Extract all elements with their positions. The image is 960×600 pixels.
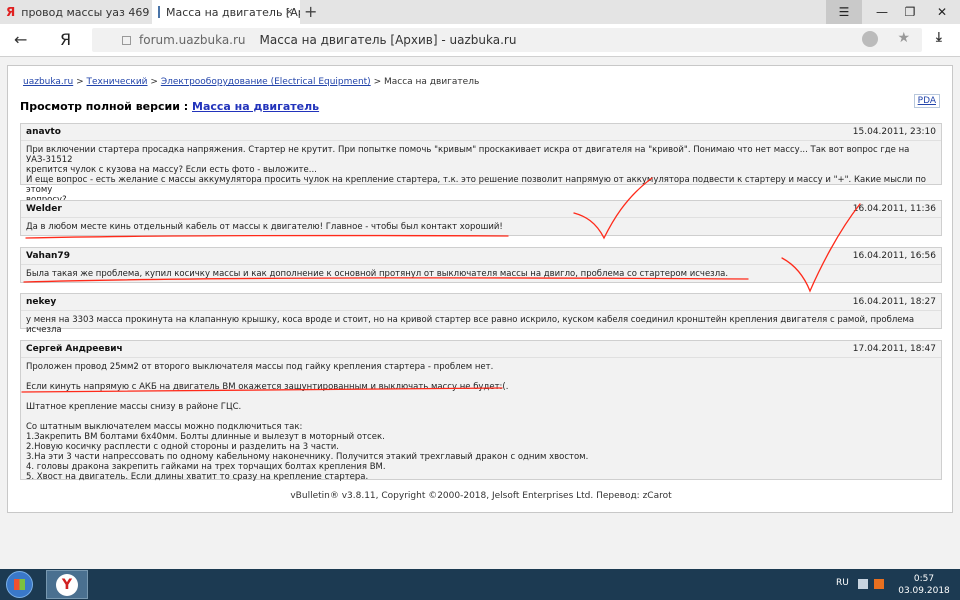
tray-app-icon[interactable] — [874, 579, 884, 589]
checkmark-welder — [573, 177, 653, 240]
annotation-overlay — [21, 177, 861, 393]
clock-time: 0:57 — [913, 574, 935, 584]
taskbar-browser-button[interactable]: Y — [46, 570, 88, 599]
underline-vahan — [23, 277, 749, 283]
checkmark-vahan — [781, 203, 861, 293]
clock[interactable]: 0:57 03.09.2018 — [896, 573, 952, 597]
yandex-browser-icon: Y — [56, 573, 78, 596]
underline-sergey — [21, 387, 503, 393]
language-indicator[interactable]: RU — [836, 578, 849, 588]
underline-welder — [25, 234, 509, 239]
windows-logo-icon — [14, 579, 25, 590]
clock-date: 03.09.2018 — [898, 586, 950, 596]
taskbar: Y RU 0:57 03.09.2018 — [0, 569, 960, 600]
start-button[interactable] — [6, 571, 33, 598]
network-icon[interactable] — [858, 579, 868, 589]
